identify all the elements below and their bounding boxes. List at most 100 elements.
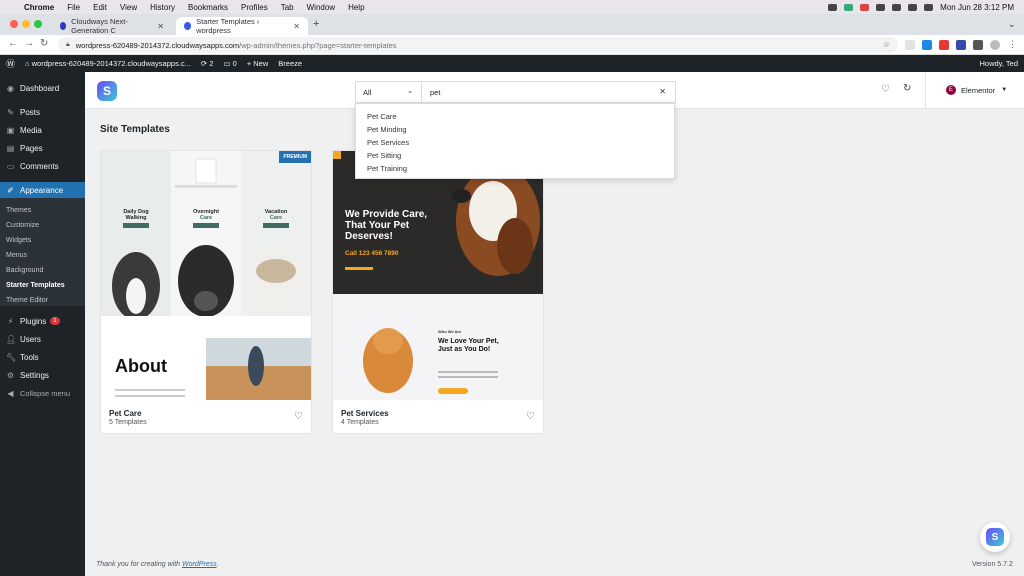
template-thumbnail[interactable]: We Provide Care, That Your Pet Deserves!… — [333, 151, 543, 400]
suggestion-item[interactable]: Pet Minding — [367, 125, 407, 134]
sync-library-icon[interactable]: ↻ — [903, 83, 911, 94]
menu-tab[interactable]: Tab — [281, 3, 294, 12]
close-tab-icon[interactable]: ✕ — [293, 22, 300, 31]
chrome-menu-icon[interactable]: ⋮ — [1008, 39, 1017, 50]
lock-icon[interactable]: 🔒︎ — [66, 41, 70, 49]
sidebar-item-dashboard[interactable]: ◉ Dashboard — [0, 80, 85, 96]
battery-icon[interactable] — [892, 3, 902, 11]
builder-label: Elementor — [961, 85, 996, 95]
starter-templates-logo[interactable]: S — [97, 81, 117, 101]
suggestion-item[interactable]: Pet Services — [367, 138, 409, 147]
sidebar-item-media[interactable]: ▣ Media — [0, 122, 85, 138]
status-icon[interactable] — [860, 3, 870, 11]
submenu-background[interactable]: Background — [6, 267, 43, 274]
sidebar-item-comments[interactable]: ▭ Comments — [0, 158, 85, 174]
menu-view[interactable]: View — [120, 3, 137, 12]
extension-icon[interactable] — [956, 40, 966, 50]
pet-services-preview-image — [333, 151, 543, 400]
breeze-link[interactable]: Breeze — [278, 59, 302, 68]
submenu-themes[interactable]: Themes — [6, 207, 31, 214]
tab-title: Cloudways Next-Generation C — [71, 17, 128, 35]
submenu-customize[interactable]: Customize — [6, 222, 39, 229]
sidebar-item-posts[interactable]: ✎ Posts — [0, 104, 85, 120]
wifi-icon[interactable] — [908, 3, 918, 11]
menu-window[interactable]: Window — [307, 3, 335, 12]
footer-text: Thank you for creating with — [96, 561, 182, 568]
suggestion-item[interactable]: Pet Sitting — [367, 151, 401, 160]
sidebar-item-settings[interactable]: ⚙ Settings — [0, 367, 85, 383]
submenu-widgets[interactable]: Widgets — [6, 237, 31, 244]
suggestion-item[interactable]: Pet Training — [367, 164, 407, 173]
section-headline: We Love Your Pet, Just as You Do! — [438, 338, 499, 353]
howdy-user[interactable]: Howdy, Ted — [980, 55, 1019, 72]
admin-footer: Thank you for creating with WordPress. — [96, 561, 219, 568]
page-builder-select[interactable]: E Elementor ▼ — [946, 85, 1007, 95]
starter-templates-help-button[interactable]: S — [980, 522, 1010, 552]
favorite-heart-icon[interactable]: ♡ — [526, 411, 535, 422]
template-search-input[interactable]: pet ✕ — [421, 81, 676, 103]
submenu-menus[interactable]: Menus — [6, 252, 27, 259]
category-filter-select[interactable]: All ⌄ — [355, 81, 421, 103]
extension-icon[interactable] — [922, 40, 932, 50]
plugins-update-badge: 1 — [50, 317, 60, 325]
menu-file[interactable]: File — [67, 3, 80, 12]
about-heading: About — [115, 356, 167, 376]
sidebar-item-plugins[interactable]: ⚡︎ Plugins 1 — [0, 313, 85, 329]
extensions-puzzle-icon[interactable] — [973, 40, 983, 50]
updates-link[interactable]: ⟳ 2 — [201, 59, 214, 68]
extension-icon[interactable] — [905, 40, 915, 50]
tab-title: Starter Templates ‹ wordpress — [196, 17, 260, 35]
new-tab-icon[interactable]: + — [313, 18, 319, 30]
favorite-heart-icon[interactable]: ♡ — [294, 411, 303, 422]
search-icon[interactable] — [924, 3, 934, 11]
sidebar-collapse-menu[interactable]: ◀ Collapse menu — [0, 385, 85, 401]
collapse-icon: ◀ — [7, 388, 14, 398]
forward-icon[interactable]: → — [24, 38, 34, 49]
url-bar[interactable]: 🔒︎ wordpress-620489-2014372.cloudwaysapp… — [58, 37, 898, 53]
bookmark-star-icon[interactable]: ☆ — [883, 40, 890, 49]
browser-tab-starter-templates[interactable]: Starter Templates ‹ wordpress ✕ — [176, 17, 308, 35]
template-card-pet-services[interactable]: We Provide Care, That Your Pet Deserves!… — [332, 150, 544, 434]
back-icon[interactable]: ← — [8, 38, 18, 49]
menu-history[interactable]: History — [150, 3, 175, 12]
status-icon[interactable] — [844, 3, 854, 11]
card-title: Pet Care — [109, 409, 142, 418]
minimize-window-icon[interactable] — [22, 20, 30, 28]
template-card-pet-care[interactable]: Daily Dog Walking Overnight Care Vacation C… — [100, 150, 312, 434]
profile-avatar-icon[interactable] — [990, 40, 1000, 50]
wordpress-logo-icon[interactable]: Ⓦ — [6, 57, 15, 70]
menu-profiles[interactable]: Profiles — [241, 3, 268, 12]
tab-search-icon[interactable]: ⌄ — [1008, 19, 1016, 30]
comment-icon: ▭ — [223, 59, 233, 68]
tab-strip: Cloudways Next-Generation C ✕ Starter Te… — [0, 14, 1024, 35]
menu-bookmarks[interactable]: Bookmarks — [188, 3, 228, 12]
site-name-link[interactable]: ⌂ wordpress-620489-2014372.cloudwaysapps… — [25, 59, 191, 68]
submenu-starter-templates[interactable]: Starter Templates — [6, 282, 65, 289]
sidebar-item-pages[interactable]: ▤ Pages — [0, 140, 85, 156]
favorites-heart-icon[interactable]: ♡ — [881, 84, 890, 95]
extension-icon[interactable] — [939, 40, 949, 50]
browser-tab-cloudways[interactable]: Cloudways Next-Generation C ✕ — [52, 17, 172, 35]
maximize-window-icon[interactable] — [34, 20, 42, 28]
menu-app[interactable]: Chrome — [24, 3, 54, 12]
comments-link[interactable]: ▭ 0 — [223, 59, 236, 68]
wordpress-link[interactable]: WordPress — [182, 561, 217, 568]
menu-help[interactable]: Help — [348, 3, 364, 12]
template-thumbnail[interactable]: Daily Dog Walking Overnight Care Vacation C… — [101, 151, 311, 400]
sidebar-item-tools[interactable]: 🔧︎ Tools — [0, 349, 85, 365]
menu-edit[interactable]: Edit — [93, 3, 107, 12]
clear-search-icon[interactable]: ✕ — [659, 87, 666, 96]
reload-icon[interactable]: ↻ — [40, 38, 48, 49]
cloudways-favicon-icon — [60, 22, 67, 30]
clock[interactable]: Mon Jun 28 3:12 PM — [940, 3, 1014, 12]
sidebar-item-users[interactable]: 👤︎ Users — [0, 331, 85, 347]
url-path: /wp-admin/themes.php?page=starter-templa… — [239, 40, 397, 50]
new-content-link[interactable]: + New — [247, 59, 268, 68]
submenu-theme-editor[interactable]: Theme Editor — [6, 297, 48, 304]
suggestion-item[interactable]: Pet Care — [367, 112, 397, 121]
status-icon[interactable] — [876, 3, 886, 11]
status-icon[interactable] — [828, 3, 838, 11]
sidebar-item-appearance[interactable]: ✐ Appearance — [0, 182, 85, 198]
close-window-icon[interactable] — [10, 20, 18, 28]
close-tab-icon[interactable]: ✕ — [157, 22, 164, 31]
